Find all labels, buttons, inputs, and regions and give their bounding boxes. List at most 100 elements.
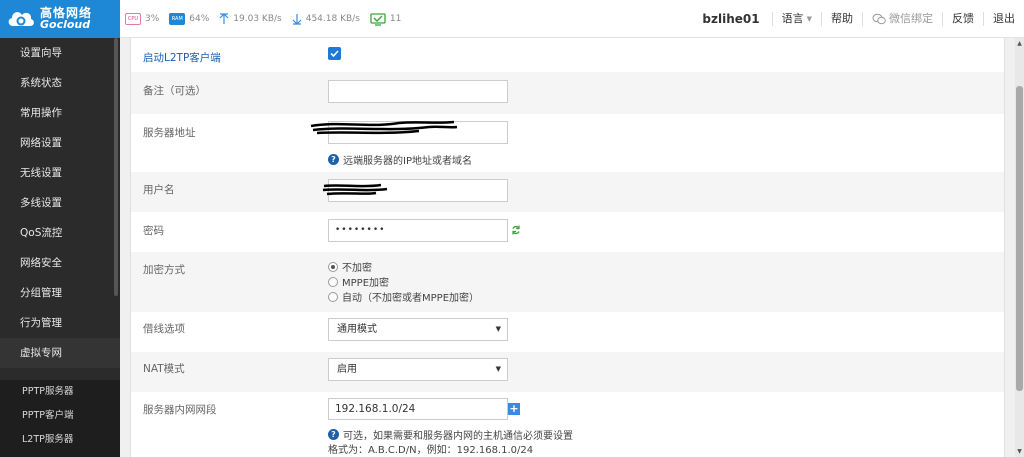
nat-select[interactable]: 启用 ▼ xyxy=(328,358,508,381)
question-icon: ? xyxy=(328,154,339,165)
wechat-icon xyxy=(872,13,886,25)
cpu-stat: CPU 3% xyxy=(125,13,159,25)
refresh-icon[interactable] xyxy=(511,225,521,238)
sidebar-item-vpn[interactable]: 虚拟专网 xyxy=(0,338,120,368)
row-subnet: 服务器内网网段 192.168.1.0/24 + ? 可选，如果需要和服务器内网… xyxy=(131,392,1004,457)
sidebar-item-multi-line[interactable]: 多线设置 xyxy=(0,188,120,218)
scroll-down-icon[interactable]: ▼ xyxy=(1016,448,1023,455)
line-option-label: 借线选项 xyxy=(143,323,185,335)
server-hint-text: 远端服务器的IP地址或者域名 xyxy=(343,156,472,167)
devices-stat[interactable]: 11 xyxy=(370,12,402,26)
row-encryption: 加密方式 不加密 MPPE加密 自动（不加密或者MPPE加密） xyxy=(131,252,1004,312)
upload-stat: 19.03 KB/s xyxy=(219,13,282,25)
sidebar-item-common-operations[interactable]: 常用操作 xyxy=(0,98,120,128)
devices-count: 11 xyxy=(389,14,402,24)
encryption-option-none[interactable]: 不加密 xyxy=(328,259,372,274)
note-input[interactable] xyxy=(328,80,508,103)
language-menu[interactable]: 语言 ▼ xyxy=(771,12,821,26)
encryption-option-mppe[interactable]: MPPE加密 xyxy=(328,274,389,289)
radio-mppe[interactable] xyxy=(328,276,338,287)
sidebar-item-system-status[interactable]: 系统状态 xyxy=(0,68,120,98)
top-bar: 高恪网络 Gocloud CPU 3% RAM 64% 19.03 KB/s 4… xyxy=(0,0,1024,38)
subnet-label: 服务器内网网段 xyxy=(143,404,217,416)
sidebar-item-qos[interactable]: QoS流控 xyxy=(0,218,120,248)
encryption-label: 加密方式 xyxy=(143,264,185,276)
encryption-option-auto-label: 自动（不加密或者MPPE加密） xyxy=(342,293,480,304)
main-scrollbar-thumb[interactable] xyxy=(1016,86,1023,391)
radio-none[interactable] xyxy=(328,261,338,272)
vpn-submenu: PPTP服务器 PPTP客户端 L2TP服务器 xyxy=(0,380,120,457)
wechat-bind-link[interactable]: 微信绑定 xyxy=(862,12,942,26)
encryption-option-auto[interactable]: 自动（不加密或者MPPE加密） xyxy=(328,289,479,304)
encryption-option-none-label: 不加密 xyxy=(342,263,372,274)
sidebar-item-setup-wizard[interactable]: 设置向导 xyxy=(0,38,120,68)
submenu-item-pptp-client[interactable]: PPTP客户端 xyxy=(0,404,120,428)
caret-down-icon: ▼ xyxy=(806,15,812,23)
submenu-item-l2tp-server[interactable]: L2TP服务器 xyxy=(0,428,120,452)
redaction-scribble xyxy=(322,183,388,196)
sidebar-item-group-management[interactable]: 分组管理 xyxy=(0,278,120,308)
sidebar-item-network-settings[interactable]: 网络设置 xyxy=(0,128,120,158)
subnet-hint: ? 可选，如果需要和服务器内网的主机通信必须要设置 xyxy=(328,427,573,442)
sidebar-item-wireless-settings[interactable]: 无线设置 xyxy=(0,158,120,188)
ram-value: 64% xyxy=(189,14,210,24)
feedback-link[interactable]: 反馈 xyxy=(942,12,983,26)
nat-value: 启用 xyxy=(337,364,357,375)
ram-icon: RAM xyxy=(169,13,186,25)
download-stat: 454.18 KB/s xyxy=(292,13,360,25)
ram-stat: RAM 64% xyxy=(169,13,209,25)
server-hint: ? 远端服务器的IP地址或者域名 xyxy=(328,152,472,167)
row-enable: 启动L2TP客户端 xyxy=(131,38,1004,72)
encryption-option-mppe-label: MPPE加密 xyxy=(342,278,390,289)
question-icon: ? xyxy=(328,429,339,440)
download-speed: 454.18 KB/s xyxy=(305,14,360,24)
main-content: 启动L2TP客户端 备注（可选） 服务器地址 ? 远端服务器的IP地址或者域名 … xyxy=(120,38,1024,457)
subnet-hint-text: 可选，如果需要和服务器内网的主机通信必须要设置 xyxy=(343,431,573,442)
download-arrow-icon xyxy=(292,13,302,25)
row-server: 服务器地址 ? 远端服务器的IP地址或者域名 xyxy=(131,114,1004,172)
add-subnet-icon[interactable]: + xyxy=(508,403,520,415)
top-nav: bzlihe01 语言 ▼ 帮助 微信绑定 反馈 退出 xyxy=(693,0,1024,38)
sidebar-scrollbar[interactable] xyxy=(114,38,118,296)
cpu-value: 3% xyxy=(145,14,160,24)
row-username: 用户名 xyxy=(131,172,1004,212)
upload-arrow-icon xyxy=(219,13,229,25)
subnet-input[interactable]: 192.168.1.0/24 xyxy=(328,398,508,420)
l2tp-client-form: 启动L2TP客户端 备注（可选） 服务器地址 ? 远端服务器的IP地址或者域名 … xyxy=(130,38,1005,457)
sidebar-item-behavior-management[interactable]: 行为管理 xyxy=(0,308,120,338)
radio-auto[interactable] xyxy=(328,291,338,302)
cpu-icon: CPU xyxy=(125,13,141,25)
language-label: 语言 xyxy=(781,12,804,25)
username-display[interactable]: bzlihe01 xyxy=(693,12,771,26)
redaction-scribble xyxy=(310,120,458,135)
sidebar: 设置向导 系统状态 常用操作 网络设置 无线设置 多线设置 QoS流控 网络安全… xyxy=(0,38,120,457)
server-label: 服务器地址 xyxy=(143,127,196,139)
system-stats: CPU 3% RAM 64% 19.03 KB/s 454.18 KB/s 11 xyxy=(125,0,411,38)
scroll-up-icon[interactable]: ▲ xyxy=(1016,40,1023,47)
logo-subtitle: Gocloud xyxy=(40,18,91,31)
nat-label: NAT模式 xyxy=(143,363,185,375)
monitor-check-icon xyxy=(370,12,386,26)
logo[interactable]: 高恪网络 Gocloud xyxy=(0,0,120,38)
wechat-bind-label: 微信绑定 xyxy=(889,12,933,25)
password-label: 密码 xyxy=(143,225,164,237)
row-line-option: 借线选项 通用模式 ▼ xyxy=(131,312,1004,352)
subnet-format-text: 格式为：A.B.C.D/N，例如：192.168.1.0/24 xyxy=(328,445,534,456)
logout-link[interactable]: 退出 xyxy=(983,12,1024,26)
sidebar-item-network-security[interactable]: 网络安全 xyxy=(0,248,120,278)
username-label: 用户名 xyxy=(143,184,175,196)
enable-checkbox[interactable] xyxy=(328,47,341,60)
dropdown-arrow-icon: ▼ xyxy=(495,325,501,333)
line-option-value: 通用模式 xyxy=(337,324,377,335)
main-scrollbar[interactable]: ▲ ▼ xyxy=(1015,38,1024,457)
enable-label: 启动L2TP客户端 xyxy=(143,52,221,64)
upload-speed: 19.03 KB/s xyxy=(233,14,282,24)
line-option-select[interactable]: 通用模式 ▼ xyxy=(328,318,508,341)
dropdown-arrow-icon: ▼ xyxy=(495,365,501,373)
help-link[interactable]: 帮助 xyxy=(821,12,862,26)
row-note: 备注（可选） xyxy=(131,72,1004,114)
row-nat: NAT模式 启用 ▼ xyxy=(131,352,1004,392)
password-input[interactable]: •••••••• xyxy=(328,219,508,242)
row-password: 密码 •••••••• xyxy=(131,212,1004,252)
submenu-item-pptp-server[interactable]: PPTP服务器 xyxy=(0,380,120,404)
